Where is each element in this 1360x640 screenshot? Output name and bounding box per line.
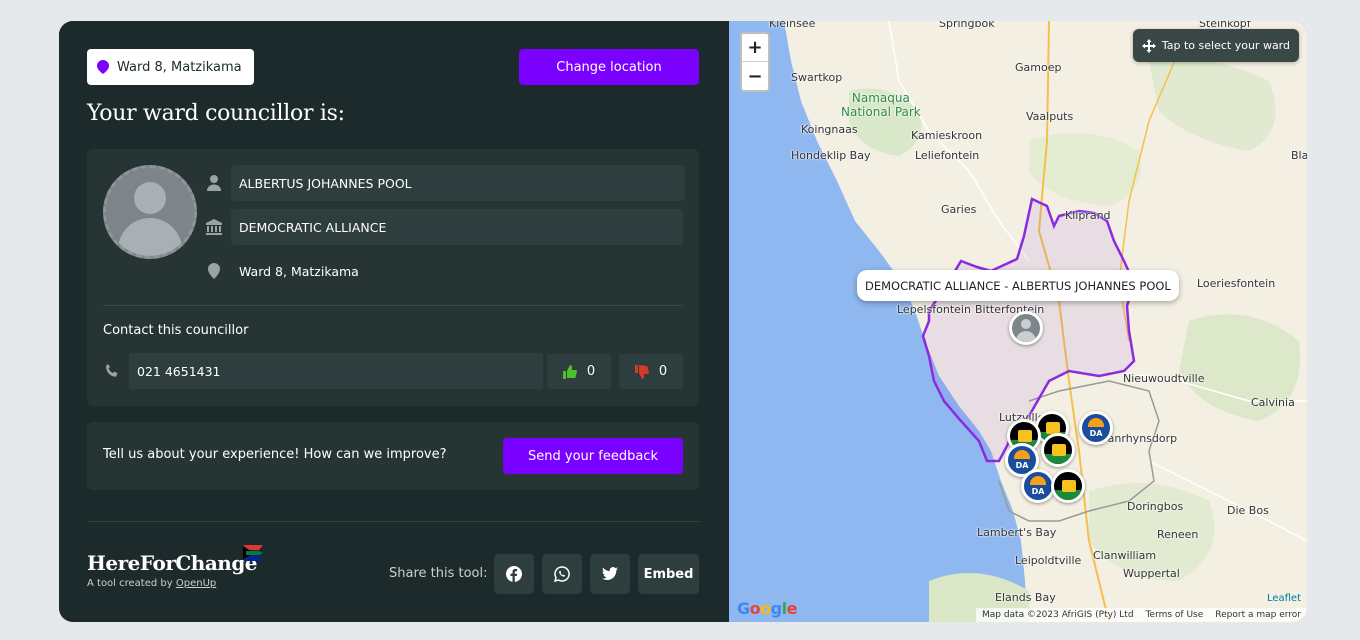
map-label-lepelsfontein: Lepelsfontein — [897, 303, 971, 316]
map-label-elands-bay: Elands Bay — [995, 591, 1056, 604]
ward-map[interactable]: Kleinsee Springbok Steinkopf Swartkop Ga… — [729, 21, 1307, 622]
map-label-nieuwoudtville: Nieuwoudtville — [1123, 372, 1205, 385]
sa-flag-icon — [243, 545, 263, 561]
map-label-doringbos: Doringbos — [1127, 500, 1184, 513]
map-label-kliprand: Kliprand — [1065, 209, 1111, 222]
councillor-party: DEMOCRATIC ALLIANCE — [231, 209, 683, 245]
party-row: DEMOCRATIC ALLIANCE — [205, 209, 683, 245]
councillor-name: ALBERTUS JOHANNES POOL — [231, 165, 685, 201]
brand-tagline: A tool created by OpenUp — [87, 578, 216, 589]
openup-link[interactable]: OpenUp — [176, 578, 216, 589]
change-location-button[interactable]: Change location — [519, 49, 699, 85]
location-pin-icon — [205, 262, 223, 280]
upvote-button[interactable]: 0 — [547, 354, 611, 389]
map-label-gamoep: Gamoep — [1015, 61, 1062, 74]
share-facebook-button[interactable] — [494, 554, 534, 594]
building-icon — [205, 218, 223, 236]
party-marker-anc[interactable] — [1051, 469, 1085, 503]
map-label-hondeklip-bay: Hondeklip Bay — [791, 149, 871, 162]
phone-number[interactable]: 021 4651431 — [129, 353, 543, 389]
map-label-leipoldtville: Leipoldtville — [1015, 554, 1082, 567]
map-label-kleinsee: Kleinsee — [769, 21, 816, 30]
thumbs-up-icon — [562, 364, 577, 379]
map-label-brandvlei: Bla — [1291, 149, 1307, 162]
map-label-lamberts-bay: Lambert's Bay — [977, 526, 1057, 539]
feedback-card: Tell us about your experience! How can w… — [87, 422, 699, 490]
councillor-info-card: ALBERTUS JOHANNES POOL DEMOCRATIC ALLIAN… — [87, 149, 699, 406]
share-twitter-button[interactable] — [590, 554, 630, 594]
terms-link[interactable]: Terms of Use — [1146, 610, 1204, 620]
location-chip: Ward 8, Matzikama — [87, 49, 254, 85]
report-error-link[interactable]: Report a map error — [1215, 610, 1301, 620]
map-label-vaalputs: Vaalputs — [1026, 110, 1074, 123]
map-label-loeriesfontein: Loeriesfontein — [1197, 277, 1276, 290]
map-label-die-bos: Die Bos — [1227, 504, 1269, 517]
location-chip-label: Ward 8, Matzikama — [117, 59, 242, 75]
upvote-count: 0 — [586, 364, 596, 379]
tagline-prefix: A tool created by — [87, 578, 176, 589]
embed-button[interactable]: Embed — [638, 554, 699, 594]
map-attribution: Map data ©2023 AfriGIS (Pty) Ltd Terms o… — [975, 608, 1307, 622]
leaflet-link[interactable]: Leaflet — [1267, 593, 1301, 604]
page-title: Your ward councillor is: — [87, 101, 345, 126]
map-label-wuppertal: Wuppertal — [1123, 567, 1180, 580]
zoom-out-button[interactable]: − — [742, 62, 768, 90]
map-label-vanrhynsdorp: Vanrhynsdorp — [1101, 432, 1178, 445]
downvote-count: 0 — [658, 364, 668, 379]
party-marker-da[interactable] — [1079, 411, 1113, 445]
share-whatsapp-button[interactable] — [542, 554, 582, 594]
councillor-panel: Ward 8, Matzikama Change location Your w… — [59, 21, 729, 622]
ward-tooltip: DEMOCRATIC ALLIANCE - ALBERTUS JOHANNES … — [857, 270, 1179, 301]
map-label-garies: Garies — [941, 203, 977, 216]
google-logo: Google — [737, 599, 797, 618]
downvote-button[interactable]: 0 — [619, 354, 683, 389]
contact-label: Contact this councillor — [103, 323, 249, 338]
map-label-leliefontein: Leliefontein — [915, 149, 980, 162]
facebook-icon — [506, 566, 522, 582]
footer-divider — [87, 521, 699, 522]
move-icon — [1141, 38, 1156, 53]
attribution-text: Map data ©2023 AfriGIS (Pty) Ltd — [981, 610, 1134, 620]
share-label: Share this tool: — [389, 566, 488, 581]
name-row: ALBERTUS JOHANNES POOL — [205, 165, 685, 201]
send-feedback-button[interactable]: Send your feedback — [503, 438, 683, 474]
map-label-koingnaas: Koingnaas — [801, 123, 858, 136]
zoom-in-button[interactable]: + — [742, 34, 768, 62]
person-icon — [205, 174, 223, 192]
party-marker-da[interactable] — [1021, 469, 1055, 503]
avatar — [103, 165, 197, 259]
map-label-swartkop: Swartkop — [791, 71, 843, 84]
map-label-clanwilliam: Clanwilliam — [1093, 549, 1157, 562]
phone-icon — [103, 362, 121, 380]
divider — [103, 305, 683, 306]
tap-hint: Tap to select your ward — [1132, 29, 1299, 62]
councillor-ward: Ward 8, Matzikama — [239, 263, 359, 279]
tap-hint-label: Tap to select your ward — [1161, 39, 1290, 52]
councillor-map-marker[interactable] — [1009, 311, 1043, 345]
map-label-reneen: Reneen — [1157, 528, 1199, 541]
app-card: Ward 8, Matzikama Change location Your w… — [59, 21, 1307, 622]
map-label-calvinia: Calvinia — [1251, 396, 1295, 409]
brand-logo: HereForChange — [87, 551, 258, 575]
party-marker-anc[interactable] — [1041, 433, 1075, 467]
map-label-namaqua-park: Namaqua National Park — [841, 91, 921, 119]
thumbs-down-icon — [634, 364, 649, 379]
zoom-control: + − — [740, 32, 770, 92]
phone-row: 021 4651431 — [103, 353, 543, 389]
feedback-prompt: Tell us about your experience! How can w… — [103, 447, 447, 462]
whatsapp-icon — [554, 566, 570, 582]
twitter-icon — [602, 567, 618, 581]
map-label-kamieskroon: Kamieskroon — [911, 129, 983, 142]
ward-row: Ward 8, Matzikama — [205, 253, 359, 289]
map-pin-icon — [97, 60, 109, 74]
map-label-springbok: Springbok — [939, 21, 995, 30]
